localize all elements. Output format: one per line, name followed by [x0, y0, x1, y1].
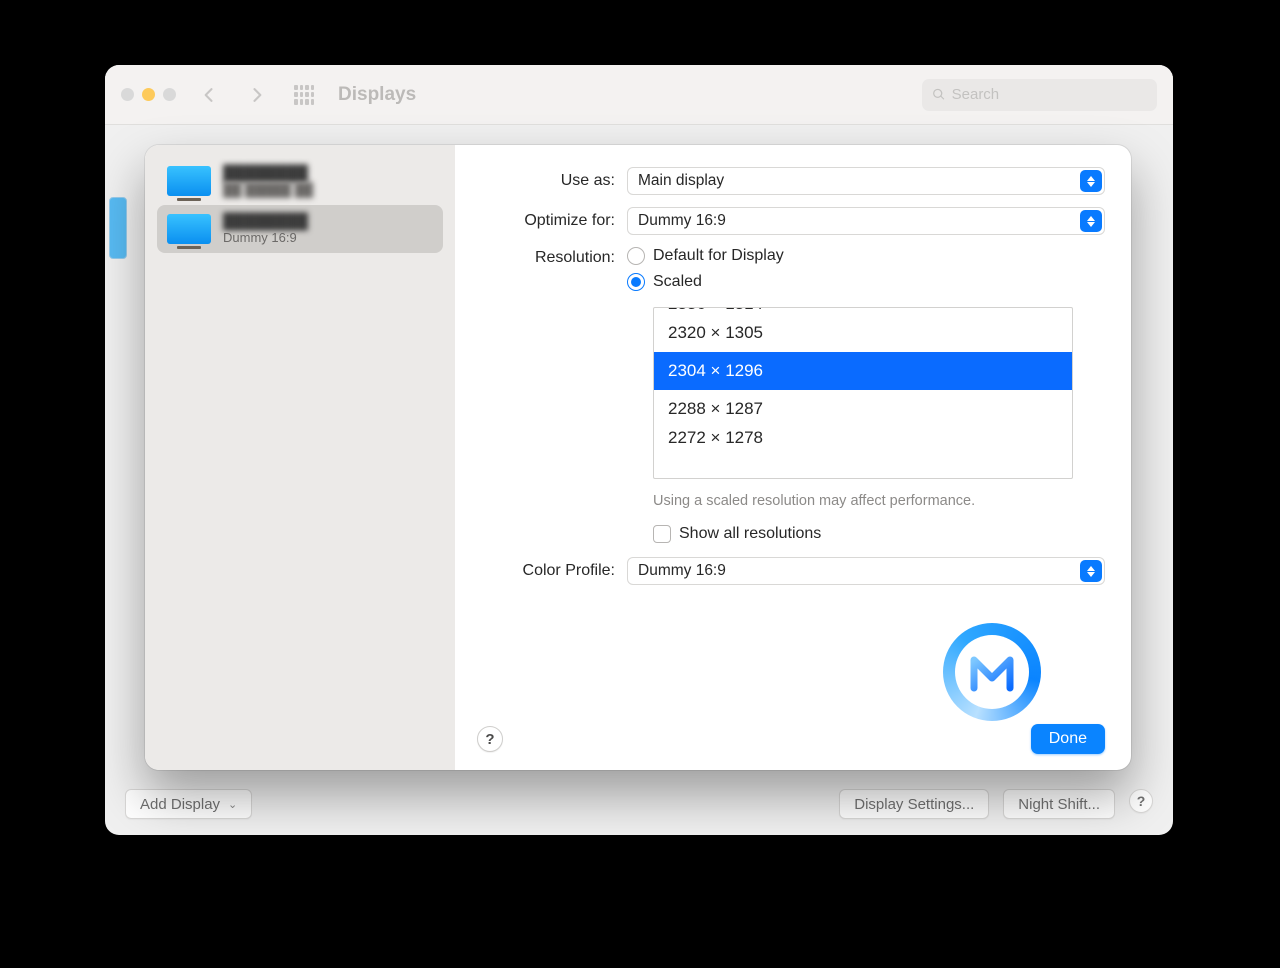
system-preferences-window: Displays Add Display ⌄ Display Settings.… — [105, 65, 1173, 835]
back-button[interactable] — [194, 80, 224, 110]
color-profile-value: Dummy 16:9 — [638, 562, 726, 580]
m-letter-icon — [968, 648, 1016, 696]
window-title: Displays — [338, 84, 416, 106]
close-window-button[interactable] — [121, 88, 134, 101]
radio-icon — [627, 273, 645, 291]
display-icon — [167, 214, 211, 244]
badge-ring-icon — [943, 623, 1041, 721]
night-shift-label: Night Shift... — [1018, 796, 1100, 813]
chevron-right-icon — [247, 85, 267, 105]
resolution-label: Resolution: — [477, 247, 627, 267]
zoom-window-button[interactable] — [163, 88, 176, 101]
select-stepper-icon — [1080, 210, 1102, 232]
display-settings-sheet: ████████ ██ █████ ██ ████████ Dummy 16:9… — [145, 145, 1131, 770]
display-list-sidebar: ████████ ██ █████ ██ ████████ Dummy 16:9 — [145, 145, 455, 770]
resolution-hint: Using a scaled resolution may affect per… — [653, 493, 1105, 509]
use-as-label: Use as: — [477, 172, 627, 190]
show-all-resolutions-checkbox[interactable]: Show all resolutions — [653, 525, 1105, 543]
chevron-left-icon — [199, 85, 219, 105]
optimize-for-label: Optimize for: — [477, 212, 627, 230]
show-all-resolutions-label: Show all resolutions — [679, 525, 821, 543]
display-settings-label: Display Settings... — [854, 796, 974, 813]
display-list-item[interactable]: ████████ Dummy 16:9 — [157, 205, 443, 253]
select-stepper-icon — [1080, 560, 1102, 582]
resolution-list[interactable]: 2336 × 1314 2320 × 1305 2304 × 1296 2288… — [653, 307, 1073, 479]
display-list-item[interactable]: ████████ ██ █████ ██ — [157, 157, 443, 205]
arrangement-display-chip[interactable] — [109, 197, 127, 259]
resolution-option[interactable]: 2336 × 1314 — [654, 307, 1072, 314]
add-display-label: Add Display — [140, 796, 220, 813]
use-as-value: Main display — [638, 172, 724, 190]
color-profile-select[interactable]: Dummy 16:9 — [627, 557, 1105, 585]
night-shift-button[interactable]: Night Shift... — [1003, 789, 1115, 819]
search-field-container — [922, 79, 1157, 111]
resolution-option-selected[interactable]: 2304 × 1296 — [654, 352, 1072, 390]
display-settings-form: Use as: Main display Optimize for: Dummy… — [455, 145, 1131, 770]
optimize-for-select[interactable]: Dummy 16:9 — [627, 207, 1105, 235]
app-overlay-badge[interactable] — [943, 623, 1041, 721]
display-name: ████████ — [223, 213, 308, 230]
display-subtitle: Dummy 16:9 — [223, 230, 308, 245]
select-stepper-icon — [1080, 170, 1102, 192]
color-profile-label: Color Profile: — [477, 562, 627, 580]
chevron-down-icon: ⌄ — [228, 798, 237, 811]
done-button[interactable]: Done — [1031, 724, 1105, 754]
resolution-scaled-label: Scaled — [653, 273, 702, 291]
checkbox-icon — [653, 525, 671, 543]
window-titlebar: Displays — [105, 65, 1173, 125]
optimize-for-value: Dummy 16:9 — [638, 212, 726, 230]
display-name: ████████ — [223, 165, 313, 182]
display-subtitle: ██ █████ ██ — [223, 182, 313, 197]
minimize-window-button[interactable] — [142, 88, 155, 101]
parent-help-button[interactable]: ? — [1129, 789, 1153, 813]
resolution-default-label: Default for Display — [653, 247, 784, 265]
resolution-option[interactable]: 2320 × 1305 — [654, 314, 1072, 352]
display-settings-button[interactable]: Display Settings... — [839, 789, 989, 819]
sheet-help-button[interactable]: ? — [477, 726, 503, 752]
search-input[interactable] — [952, 86, 1147, 103]
resolution-option[interactable]: 2272 × 1278 — [654, 428, 1072, 450]
display-icon — [167, 166, 211, 196]
resolution-scaled-radio[interactable]: Scaled — [627, 273, 1105, 291]
resolution-option[interactable]: 2288 × 1287 — [654, 390, 1072, 428]
add-display-button[interactable]: Add Display ⌄ — [125, 789, 252, 819]
resolution-default-radio[interactable]: Default for Display — [627, 247, 1105, 265]
show-all-preferences-button[interactable] — [294, 85, 314, 105]
use-as-select[interactable]: Main display — [627, 167, 1105, 195]
forward-button[interactable] — [242, 80, 272, 110]
window-traffic-lights — [121, 88, 176, 101]
parent-footer: Add Display ⌄ Display Settings... Night … — [105, 773, 1173, 835]
radio-icon — [627, 247, 645, 265]
search-icon — [932, 87, 946, 102]
